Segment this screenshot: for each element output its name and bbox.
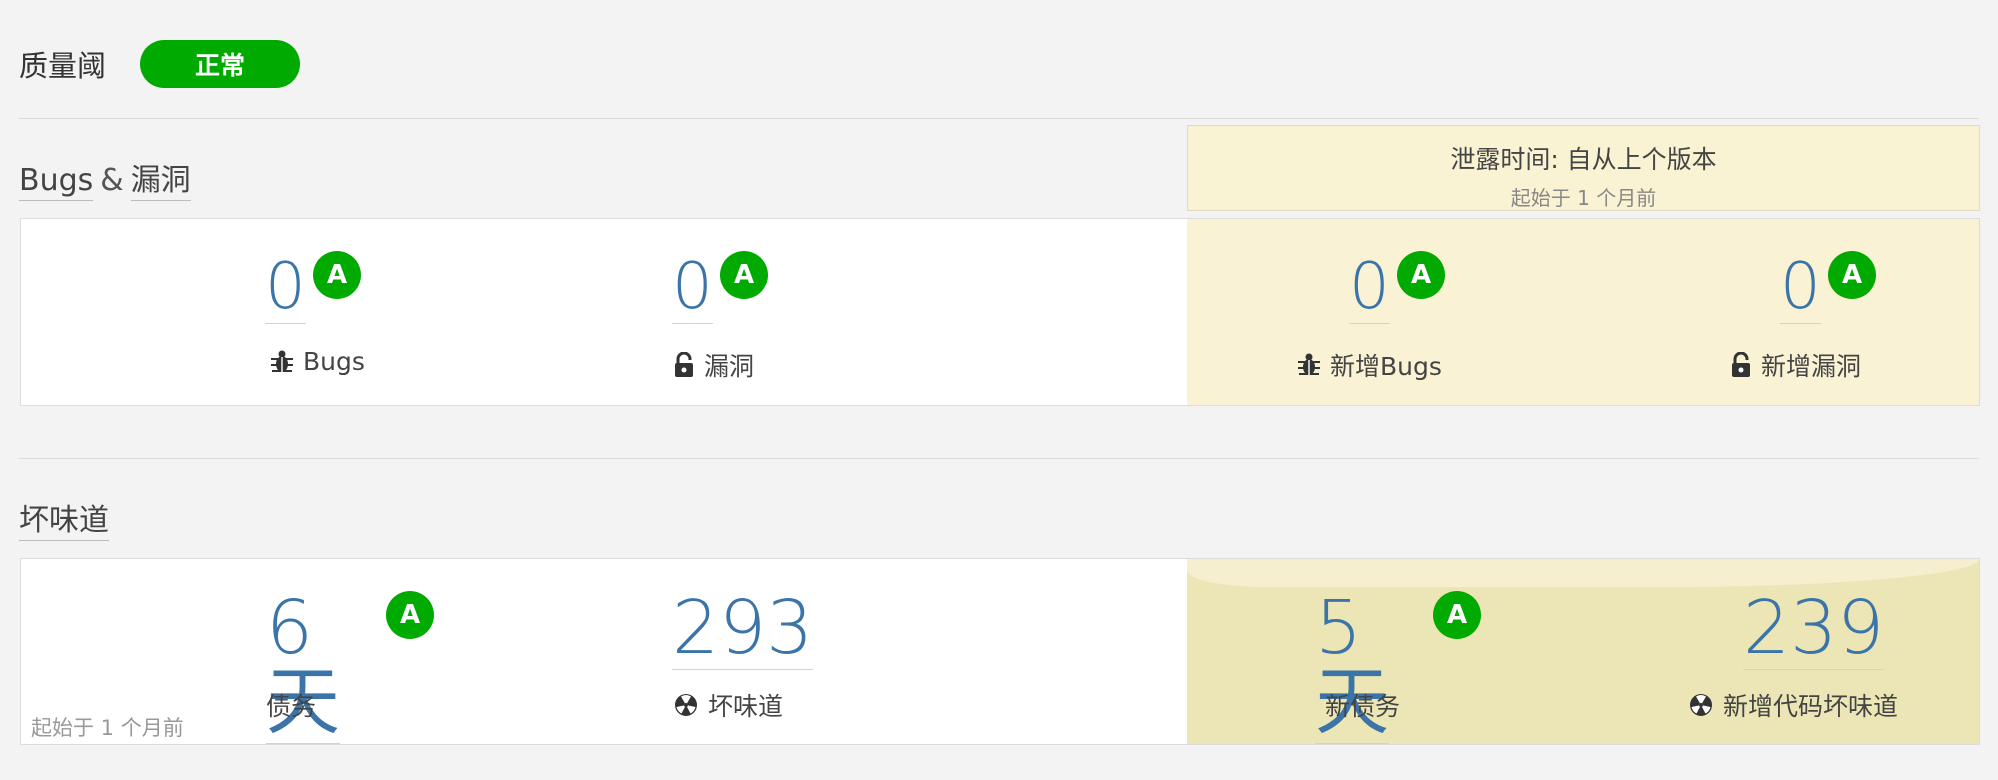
bugs-value[interactable]: 0	[265, 255, 306, 324]
new-debt-label-text: 新债务	[1325, 692, 1401, 721]
new-vulnerabilities-value[interactable]: 0	[1780, 255, 1821, 324]
bug-icon	[1298, 353, 1320, 375]
vulnerabilities-rating-badge[interactable]: A	[720, 251, 768, 299]
code-smells-section-title: 坏味道	[19, 495, 109, 541]
leak-period-title: 泄露时间: 自从上个版本	[1450, 145, 1717, 174]
quality-gate: 质量阈 正常	[19, 38, 301, 90]
code-smells-label: 坏味道	[674, 687, 783, 723]
vulnerabilities-link[interactable]: 漏洞	[130, 163, 191, 201]
code-smells-value[interactable]: 293	[672, 591, 814, 670]
new-debt-label: 新债务	[1325, 687, 1400, 723]
since-note: 起始于 1 个月前	[31, 716, 184, 740]
lock-icon	[675, 352, 693, 377]
bugs-label: Bugs	[271, 347, 365, 376]
radiation-icon	[675, 694, 697, 716]
ampersand: &	[100, 163, 124, 198]
quality-gate-status-badge[interactable]: 正常	[140, 40, 301, 88]
quality-gate-label: 质量阈	[19, 49, 107, 83]
new-bugs-rating-badge[interactable]: A	[1397, 251, 1445, 299]
debt-label: 债务	[266, 687, 316, 723]
new-code-smells-label: 新增代码坏味道	[1689, 687, 1898, 723]
bug-icon	[271, 350, 293, 372]
bugs-vulnerabilities-panel: 0 A Bugs 0 A 漏洞 0 A 新增Bugs 0 A 新增漏洞	[20, 218, 1980, 406]
lock-icon	[1732, 352, 1750, 377]
new-code-smells-value[interactable]: 239	[1743, 591, 1885, 670]
vulnerabilities-label-text: 漏洞	[704, 352, 755, 381]
debt-label-text: 债务	[266, 692, 317, 721]
leak-area-wave	[1187, 559, 1979, 587]
new-vulnerabilities-rating-badge[interactable]: A	[1828, 251, 1876, 299]
new-vulnerabilities-label: 新增漏洞	[1731, 347, 1861, 383]
divider	[19, 458, 1979, 459]
code-smells-panel: 6天 A 债务 293 坏味道 5天 A 新债务 239 新增代码坏味道 起始于…	[20, 558, 1980, 745]
bugs-label-text: Bugs	[303, 347, 365, 376]
code-smells-link[interactable]: 坏味道	[19, 503, 109, 541]
debt-rating-badge[interactable]: A	[386, 591, 434, 639]
new-vulnerabilities-label-text: 新增漏洞	[1761, 352, 1862, 381]
bugs-rating-badge[interactable]: A	[313, 251, 361, 299]
leak-period-subtitle: 起始于 1 个月前	[1510, 186, 1657, 210]
new-bugs-value[interactable]: 0	[1349, 255, 1390, 324]
divider	[19, 118, 1979, 119]
bugs-section-title: Bugs & 漏洞	[19, 155, 191, 201]
vulnerabilities-label: 漏洞	[674, 347, 754, 383]
radiation-icon	[1690, 694, 1712, 716]
vulnerabilities-value[interactable]: 0	[672, 255, 713, 324]
bugs-link[interactable]: Bugs	[19, 163, 94, 201]
leak-period-header: 泄露时间: 自从上个版本 起始于 1 个月前	[1187, 125, 1980, 211]
new-code-smells-label-text: 新增代码坏味道	[1723, 692, 1899, 721]
new-bugs-label: 新增Bugs	[1298, 347, 1442, 383]
new-bugs-label-text: 新增Bugs	[1330, 352, 1442, 381]
new-debt-rating-badge[interactable]: A	[1433, 591, 1481, 639]
code-smells-label-text: 坏味道	[708, 692, 784, 721]
